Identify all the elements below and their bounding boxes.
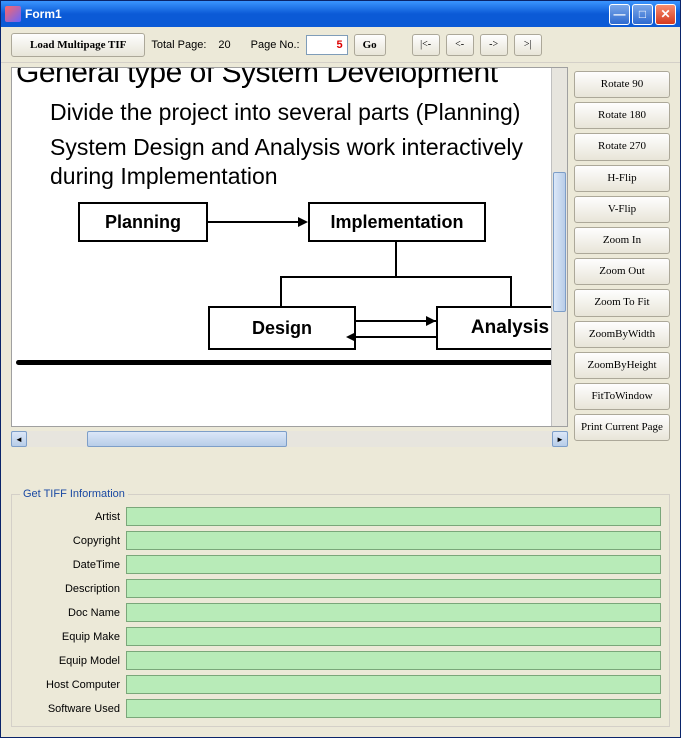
nav-last-button[interactable]: >| xyxy=(514,34,542,56)
info-value-software xyxy=(126,699,661,718)
rotate-180-button[interactable]: Rotate 180 xyxy=(574,102,670,129)
info-value-datetime xyxy=(126,555,661,574)
box-design: Design xyxy=(208,306,356,350)
minimize-button[interactable]: — xyxy=(609,4,630,25)
info-label: Software Used xyxy=(20,703,126,715)
flow-diagram: Planning Implementation Design Analysis xyxy=(50,198,547,378)
app-icon xyxy=(5,6,21,22)
doc-para-2: System Design and Analysis work interact… xyxy=(50,133,547,191)
window-title: Form1 xyxy=(25,7,609,21)
info-label: Doc Name xyxy=(20,607,126,619)
document-content: General type of System Development Divid… xyxy=(12,68,551,378)
maximize-button[interactable]: □ xyxy=(632,4,653,25)
total-page-value: 20 xyxy=(218,39,230,51)
info-value-artist xyxy=(126,507,661,526)
vertical-scrollbar[interactable] xyxy=(551,68,567,426)
info-row-equipmake: Equip Make xyxy=(20,627,661,646)
box-planning: Planning xyxy=(78,202,208,242)
print-page-button[interactable]: Print Current Page xyxy=(574,414,670,441)
rotate-90-button[interactable]: Rotate 90 xyxy=(574,71,670,98)
info-value-copyright xyxy=(126,531,661,550)
hscroll-thumb[interactable] xyxy=(87,431,287,447)
info-row-datetime: DateTime xyxy=(20,555,661,574)
tiff-info-title: Get TIFF Information xyxy=(20,488,128,500)
info-value-equipmake xyxy=(126,627,661,646)
app-window: Form1 — □ ✕ Load Multipage TIF Total Pag… xyxy=(0,0,681,738)
info-label: Host Computer xyxy=(20,679,126,691)
rotate-270-button[interactable]: Rotate 270 xyxy=(574,133,670,160)
side-panel: Rotate 90 Rotate 180 Rotate 270 H-Flip V… xyxy=(574,67,670,484)
image-viewer: General type of System Development Divid… xyxy=(11,67,568,427)
document-canvas[interactable]: General type of System Development Divid… xyxy=(12,68,551,426)
info-label: Artist xyxy=(20,511,126,523)
page-no-label: Page No.: xyxy=(251,39,300,51)
doc-para-1: Divide the project into several parts (P… xyxy=(50,98,547,127)
zoom-by-height-button[interactable]: ZoomByHeight xyxy=(574,352,670,379)
info-label: Equip Model xyxy=(20,655,126,667)
fit-to-window-button[interactable]: FitToWindow xyxy=(574,383,670,410)
info-row-copyright: Copyright xyxy=(20,531,661,550)
zoom-in-button[interactable]: Zoom In xyxy=(574,227,670,254)
vscroll-thumb[interactable] xyxy=(553,172,566,312)
tiff-info-group: Get TIFF Information Artist Copyright Da… xyxy=(11,494,670,727)
hscroll-left-button[interactable]: ◄ xyxy=(11,431,27,447)
load-tif-button[interactable]: Load Multipage TIF xyxy=(11,33,145,57)
go-button[interactable]: Go xyxy=(354,34,386,56)
info-row-artist: Artist xyxy=(20,507,661,526)
zoom-by-width-button[interactable]: ZoomByWidth xyxy=(574,321,670,348)
nav-first-button[interactable]: |<- xyxy=(412,34,440,56)
info-value-equipmodel xyxy=(126,651,661,670)
info-row-equipmodel: Equip Model xyxy=(20,651,661,670)
viewer-column: General type of System Development Divid… xyxy=(11,67,568,484)
nav-next-button[interactable]: -> xyxy=(480,34,508,56)
hscroll-track[interactable] xyxy=(27,431,552,447)
info-label: Equip Make xyxy=(20,631,126,643)
info-row-software: Software Used xyxy=(20,699,661,718)
doc-title: General type of System Development xyxy=(16,68,547,90)
info-value-description xyxy=(126,579,661,598)
hscroll-right-button[interactable]: ► xyxy=(552,431,568,447)
info-label: Description xyxy=(20,583,126,595)
info-value-docname xyxy=(126,603,661,622)
main-area: General type of System Development Divid… xyxy=(1,63,680,488)
box-analysis: Analysis xyxy=(436,306,551,350)
info-row-description: Description xyxy=(20,579,661,598)
info-label: Copyright xyxy=(20,535,126,547)
info-label: DateTime xyxy=(20,559,126,571)
info-value-hostcomputer xyxy=(126,675,661,694)
zoom-out-button[interactable]: Zoom Out xyxy=(574,258,670,285)
box-implementation: Implementation xyxy=(308,202,486,242)
horizontal-scrollbar[interactable]: ◄ ► xyxy=(11,431,568,447)
nav-prev-button[interactable]: <- xyxy=(446,34,474,56)
close-button[interactable]: ✕ xyxy=(655,4,676,25)
h-flip-button[interactable]: H-Flip xyxy=(574,165,670,192)
toolbar: Load Multipage TIF Total Page: 20 Page N… xyxy=(1,27,680,63)
v-flip-button[interactable]: V-Flip xyxy=(574,196,670,223)
total-page-label: Total Page: xyxy=(151,39,206,51)
info-row-docname: Doc Name xyxy=(20,603,661,622)
info-row-hostcomputer: Host Computer xyxy=(20,675,661,694)
zoom-to-fit-button[interactable]: Zoom To Fit xyxy=(574,289,670,316)
page-no-input[interactable] xyxy=(306,35,348,55)
titlebar: Form1 — □ ✕ xyxy=(1,1,680,27)
